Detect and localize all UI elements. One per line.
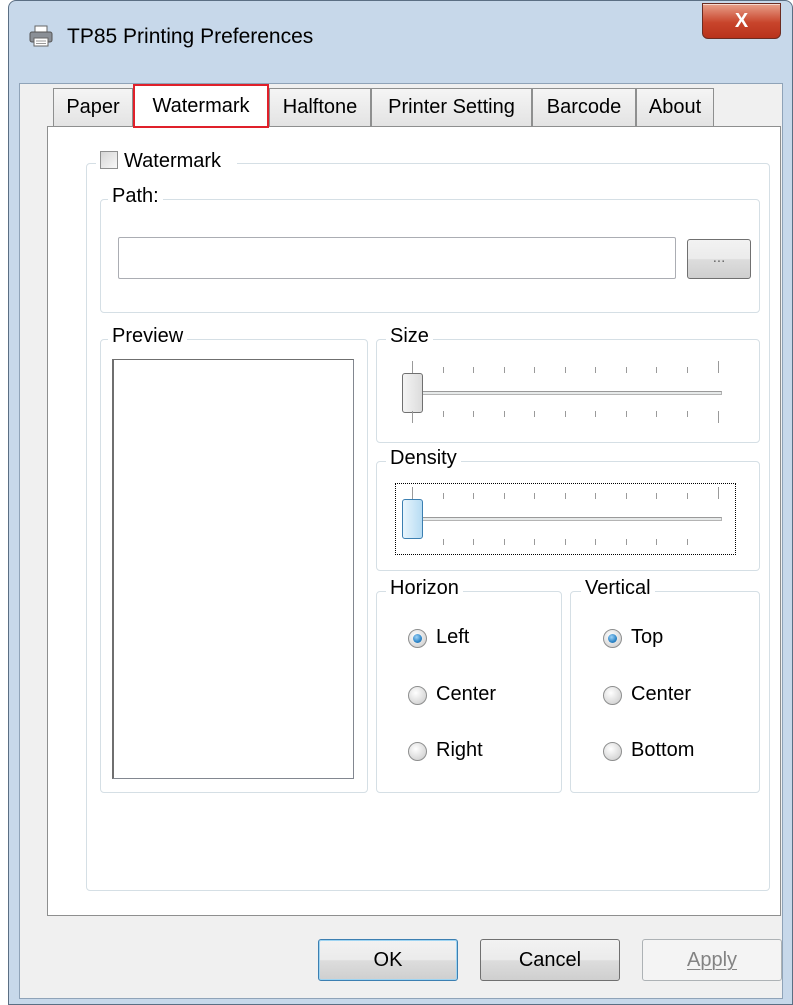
tick xyxy=(504,539,505,545)
horizon-left-label[interactable]: Left xyxy=(436,626,469,649)
tick xyxy=(473,367,474,373)
tick xyxy=(412,411,413,423)
tick xyxy=(565,367,566,373)
tick xyxy=(443,411,444,417)
printer-icon xyxy=(29,25,53,47)
tick xyxy=(656,367,657,373)
tick xyxy=(626,539,627,545)
horizon-left-radio[interactable] xyxy=(408,629,427,648)
tab-label: Paper xyxy=(66,96,120,118)
tick xyxy=(718,361,719,373)
horizon-center-label[interactable]: Center xyxy=(436,683,496,706)
watermark-legend: Watermark xyxy=(96,150,238,173)
tick xyxy=(626,411,627,417)
size-thumb[interactable] xyxy=(402,373,423,413)
tick xyxy=(534,493,535,499)
density-thumb[interactable] xyxy=(402,499,423,539)
tab-label: Watermark xyxy=(152,95,250,117)
horizon-label: Horizon xyxy=(386,577,463,600)
tick xyxy=(473,411,474,417)
density-track xyxy=(410,517,722,521)
tab-label: Halftone xyxy=(282,96,358,118)
tick xyxy=(595,539,596,545)
tick xyxy=(473,493,474,499)
tick xyxy=(504,367,505,373)
tick xyxy=(595,411,596,417)
client-area: Paper Watermark Halftone Printer Setting… xyxy=(19,83,783,999)
horizon-right-radio[interactable] xyxy=(408,742,427,761)
density-label: Density xyxy=(386,447,461,470)
tab-about[interactable]: About xyxy=(636,88,714,126)
tick xyxy=(504,411,505,417)
tick xyxy=(687,493,688,499)
tick xyxy=(656,493,657,499)
path-label: Path: xyxy=(108,185,163,208)
browse-button[interactable]: ... xyxy=(687,239,751,279)
tick xyxy=(687,411,688,417)
tick xyxy=(443,539,444,545)
tick xyxy=(443,493,444,499)
tab-paper[interactable]: Paper xyxy=(53,88,133,126)
tick xyxy=(504,493,505,499)
vertical-center-radio[interactable] xyxy=(603,686,622,705)
vertical-top-radio[interactable] xyxy=(603,629,622,648)
tick xyxy=(443,367,444,373)
tick xyxy=(626,493,627,499)
size-track xyxy=(410,391,722,395)
tick xyxy=(565,539,566,545)
tick xyxy=(687,539,688,545)
vertical-center-label[interactable]: Center xyxy=(631,683,691,706)
tab-watermark[interactable]: Watermark xyxy=(133,84,269,128)
tab-barcode[interactable]: Barcode xyxy=(532,88,636,126)
size-slider[interactable] xyxy=(400,361,730,431)
apply-button[interactable]: Apply xyxy=(642,939,782,981)
tab-label: Printer Setting xyxy=(388,96,515,118)
size-label: Size xyxy=(386,325,433,348)
watermark-tab-panel: Watermark Path: ... Preview Size Density… xyxy=(47,126,781,916)
tick xyxy=(626,367,627,373)
tick xyxy=(534,411,535,417)
vertical-bottom-label[interactable]: Bottom xyxy=(631,739,694,762)
tick xyxy=(656,411,657,417)
window-title: TP85 Printing Preferences xyxy=(67,25,314,48)
vertical-bottom-radio[interactable] xyxy=(603,742,622,761)
browse-label: ... xyxy=(712,249,726,266)
preview-label: Preview xyxy=(108,325,188,348)
tick xyxy=(473,539,474,545)
cancel-label: Cancel xyxy=(518,949,582,971)
close-icon: X xyxy=(734,10,749,32)
watermark-checkbox[interactable] xyxy=(100,151,118,169)
vertical-top-label[interactable]: Top xyxy=(631,626,663,649)
ok-button[interactable]: OK xyxy=(318,939,458,981)
tab-label: Barcode xyxy=(546,96,622,118)
horizon-right-label[interactable]: Right xyxy=(436,739,483,762)
ok-label: OK xyxy=(373,949,403,971)
tick xyxy=(534,539,535,545)
tab-halftone[interactable]: Halftone xyxy=(269,88,371,126)
tick xyxy=(595,367,596,373)
tick xyxy=(687,367,688,373)
watermark-checkbox-label[interactable]: Watermark xyxy=(124,150,221,172)
close-button[interactable]: X xyxy=(702,3,781,39)
vertical-label: Vertical xyxy=(581,577,655,600)
tick xyxy=(718,487,719,499)
tick xyxy=(412,487,413,499)
tab-label: About xyxy=(648,96,702,118)
tick xyxy=(565,411,566,417)
title-bar[interactable]: TP85 Printing Preferences X xyxy=(9,1,792,83)
tick xyxy=(718,411,719,423)
preview-box xyxy=(112,359,354,779)
tab-printer-setting[interactable]: Printer Setting xyxy=(371,88,532,126)
cancel-button[interactable]: Cancel xyxy=(480,939,620,981)
path-input[interactable] xyxy=(118,237,676,279)
density-slider[interactable] xyxy=(400,487,730,553)
tick xyxy=(656,539,657,545)
tick xyxy=(595,493,596,499)
dialog-window: TP85 Printing Preferences X Paper Waterm… xyxy=(8,0,793,1005)
tick xyxy=(565,493,566,499)
tick xyxy=(534,367,535,373)
apply-label: Apply xyxy=(686,949,738,971)
tick xyxy=(412,361,413,373)
horizon-center-radio[interactable] xyxy=(408,686,427,705)
